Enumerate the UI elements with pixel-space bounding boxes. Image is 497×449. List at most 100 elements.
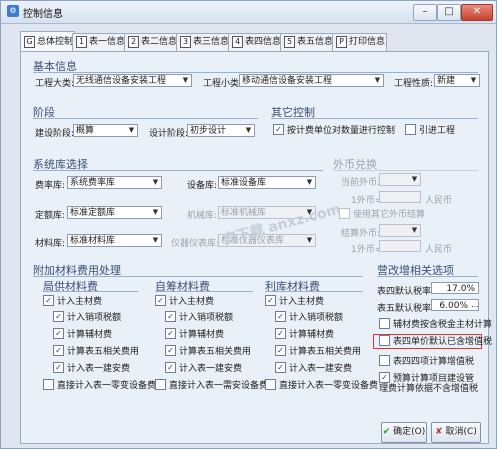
use-other-currency-checkbox[interactable]: 使用其它外币结算: [339, 208, 425, 221]
window-title: 控制信息: [23, 9, 63, 20]
local-t1-checkbox[interactable]: 计入表一建安费: [53, 362, 131, 375]
combo-value: 系统费率库: [70, 178, 116, 188]
device-lib-combo[interactable]: 标准设备库 ▼: [218, 176, 316, 189]
t4-calc-vat-checkbox[interactable]: 表四四项计算增值税: [379, 355, 475, 368]
checkbox-icon: [53, 362, 64, 373]
rate-lib-combo[interactable]: 系统费率库 ▼: [67, 176, 162, 189]
tab-table2[interactable]: 2 表二信息: [124, 33, 179, 51]
t4-tax-label: 表四默认税率:: [377, 287, 435, 297]
project-type-combo[interactable]: 无线通信设备安装工程 ▼: [73, 74, 192, 87]
aux-tax-checkbox[interactable]: 辅材费按含税金主材计算: [379, 318, 493, 331]
stock-tax-checkbox[interactable]: 计入销项税额: [275, 311, 343, 324]
tab-table1[interactable]: 1 表一信息: [72, 33, 127, 51]
cancel-button[interactable]: ✘ 取消(C): [431, 422, 481, 443]
local-aux-checkbox[interactable]: 计算辅材费: [53, 328, 112, 341]
checkbox-label: 表四四项计算增值税: [393, 357, 475, 367]
budget-mgmt-checkbox[interactable]: 预算计算项目建设管理费计算依据不含增值税: [379, 372, 479, 394]
project-nature-combo[interactable]: 新建 ▼: [434, 74, 480, 87]
current-currency-label: 当前外币:: [341, 178, 381, 188]
tab-table3[interactable]: 3 表三信息: [176, 33, 231, 51]
divider: [265, 291, 363, 292]
settle-currency-combo[interactable]: ▼: [379, 224, 421, 237]
chevron-down-icon: ▼: [470, 76, 477, 84]
combo-value: 新建: [437, 76, 456, 86]
design-unit-checkbox[interactable]: 按计费单位对数量进行控制: [273, 124, 395, 137]
checkbox-label: 计入主材费: [57, 297, 103, 307]
local-direct-checkbox[interactable]: 直接计入表一零变设备费: [43, 379, 157, 392]
stock-main-checkbox[interactable]: 计入主材费: [265, 295, 324, 308]
tab-table4[interactable]: 4 表四信息: [228, 33, 283, 51]
divider: [155, 291, 253, 292]
chevron-down-icon: ▼: [411, 175, 418, 183]
stock-aux-checkbox[interactable]: 计算辅材费: [275, 328, 334, 341]
self-t5-checkbox[interactable]: 计算表五相关费用: [165, 345, 251, 358]
tab-num-icon: 2: [128, 35, 139, 48]
combo-value: 无线通信设备安装工程: [76, 76, 167, 86]
checkbox-label: 计算辅材费: [179, 330, 225, 340]
self-aux-checkbox[interactable]: 计算辅材费: [165, 328, 225, 341]
combo-value: 标准定额库: [70, 208, 116, 218]
import-project-checkbox[interactable]: 引进工程: [405, 124, 456, 137]
tab-label: 表四信息: [245, 37, 282, 47]
settle-rate-input[interactable]: [379, 240, 421, 252]
design-stage-combo[interactable]: 初步设计 ▼: [187, 124, 255, 137]
self-main-checkbox[interactable]: 计入主材费: [155, 295, 215, 308]
checkbox-label: 计入主材费: [169, 297, 215, 307]
stock-direct-checkbox[interactable]: 直接计入表一零变设备费: [265, 379, 378, 392]
rate-one-label-2: 1外币=: [351, 245, 383, 255]
tab-print[interactable]: P 打印信息: [332, 33, 387, 51]
build-stage-label: 建设阶段:: [35, 129, 75, 139]
stock-t5-checkbox[interactable]: 计算表五相关费用: [275, 345, 361, 358]
checkbox-label: 直接计入表一零变设备费: [57, 381, 157, 391]
tab-overall-control[interactable]: G 总体控制: [20, 31, 75, 52]
project-nature-label: 工程性质:: [394, 79, 434, 89]
minimize-button[interactable]: –: [413, 4, 437, 21]
t4-tax-input[interactable]: 17.0%: [431, 282, 479, 294]
combo-value: 概算: [76, 126, 95, 136]
checkbox-icon: [53, 328, 64, 339]
divider: [33, 118, 258, 119]
current-currency-combo[interactable]: ▼: [379, 173, 421, 186]
rate-input[interactable]: [379, 191, 421, 203]
divider: [33, 170, 323, 171]
self-t1-checkbox[interactable]: 计入表一建安费: [165, 362, 242, 375]
chevron-down-icon: ▼: [128, 126, 135, 134]
combo-value: 移动通信设备安装工程: [242, 76, 333, 86]
checkbox-icon: [165, 311, 176, 322]
maximize-button[interactable]: □: [437, 4, 461, 21]
project-sub-combo[interactable]: 移动通信设备安装工程 ▼: [239, 74, 384, 87]
rmb-label: 人民币: [425, 196, 453, 206]
tab-table5[interactable]: 5 表五信息: [280, 33, 335, 51]
control-info-window: ⚙ 控制信息 – □ ✕ G 总体控制 1 表一信息 2 表二信息 3 表三信息 4 表四…: [0, 0, 497, 449]
tab-num-icon: 4: [232, 35, 243, 48]
more-icon[interactable]: …: [471, 300, 479, 309]
checkbox-label: 引进工程: [419, 126, 456, 136]
ok-button[interactable]: ✔ 确定(O): [381, 422, 427, 443]
tab-num-icon: G: [24, 35, 35, 48]
checkbox-label: 计入销项税额: [179, 313, 234, 323]
tab-num-icon: 3: [180, 35, 191, 48]
stock-t1-checkbox[interactable]: 计入表一建安费: [275, 362, 352, 375]
local-tax-checkbox[interactable]: 计入销项税额: [53, 311, 121, 324]
local-t5-checkbox[interactable]: 计算表五相关费用: [53, 345, 140, 358]
checkbox-label: 计入表一建安费: [67, 364, 131, 374]
build-stage-combo[interactable]: 概算 ▼: [73, 124, 138, 137]
close-button[interactable]: ✕: [461, 4, 493, 21]
checkbox-icon: [379, 372, 390, 383]
checkbox-icon: [43, 295, 54, 306]
combo-value: 初步设计: [190, 126, 227, 136]
quota-lib-combo[interactable]: 标准定额库 ▼: [67, 206, 162, 219]
check-icon: ✔: [382, 427, 391, 437]
local-main-checkbox[interactable]: 计入主材费: [43, 295, 103, 308]
chevron-down-icon: ▼: [374, 76, 381, 84]
self-direct-checkbox[interactable]: 直接计入表一需安设备费: [155, 379, 268, 392]
machine-lib-label: 机械库:: [187, 211, 218, 221]
project-type-label: 工程大类:: [35, 79, 75, 89]
material-lib-combo[interactable]: 标准材料库 ▼: [67, 234, 162, 247]
price-includes-vat-checkbox[interactable]: 表四单价默认已含增值税: [379, 335, 492, 348]
tab-label: 表一信息: [89, 37, 126, 47]
self-tax-checkbox[interactable]: 计入销项税额: [165, 311, 234, 324]
checkbox-label: 计算表五相关费用: [67, 347, 140, 357]
project-sub-label: 工程小类:: [203, 79, 243, 89]
checkbox-label: 辅材费按含税金主材计算: [393, 320, 493, 330]
